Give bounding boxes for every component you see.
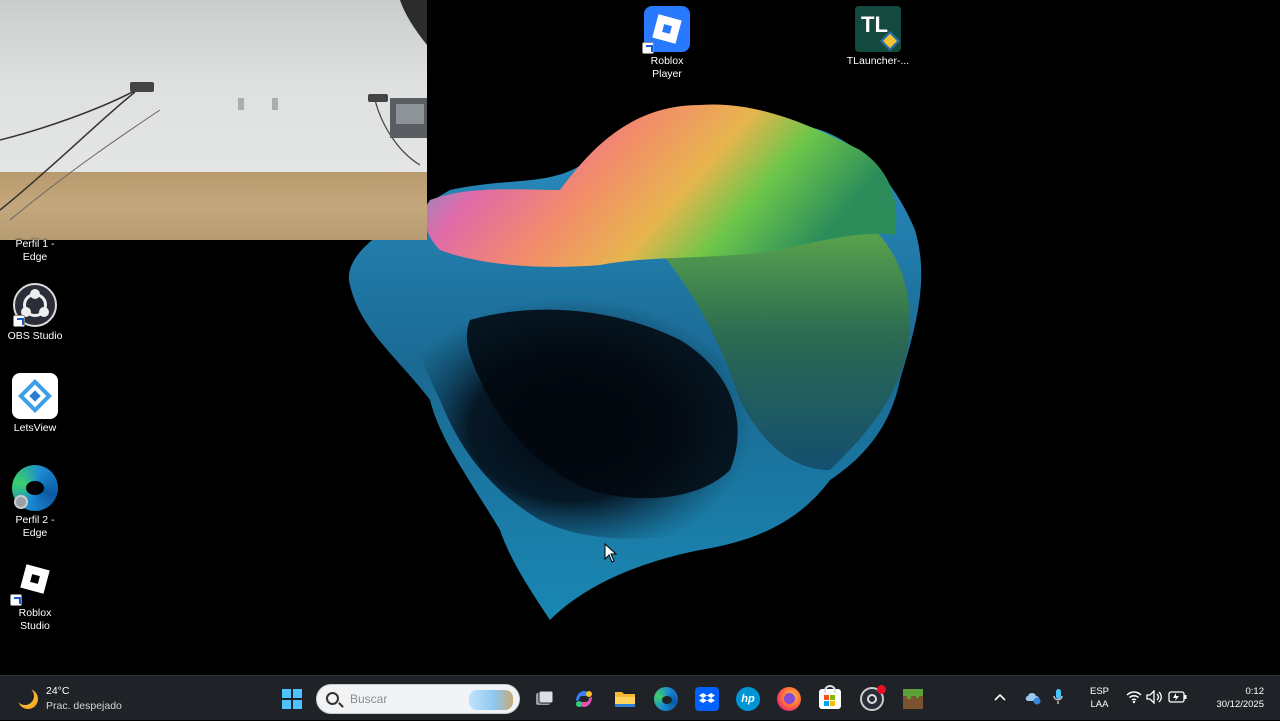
desktop-icon-label: LetsView (13, 422, 57, 434)
roblox-player-icon (642, 6, 690, 54)
desktop-icon-obs-studio[interactable]: OBS Studio (0, 283, 70, 343)
start-button[interactable] (276, 683, 308, 715)
copilot-icon (576, 691, 592, 707)
search-box[interactable]: Buscar (316, 684, 520, 714)
desktop-icon-perfil2-edge[interactable]: Perfil 2 - Edge (0, 465, 70, 540)
search-icon (326, 692, 339, 705)
task-view-button[interactable] (528, 683, 560, 715)
camera-overlay-window[interactable] (0, 0, 427, 240)
windows-start-icon (282, 689, 302, 709)
obs-icon (860, 685, 886, 711)
desktop-icon-label: Perfil 1 - Edge (15, 238, 55, 263)
roblox-studio-icon (10, 558, 58, 606)
edge-icon (654, 687, 678, 711)
clock-date: 30/12/2025 (1216, 699, 1264, 710)
clock-time: 0:12 (1245, 686, 1265, 697)
desktop-icon-label: Perfil 2 - Edge (15, 514, 55, 539)
microphone-icon[interactable] (1052, 688, 1064, 706)
desktop-icon-letsview[interactable]: LetsView (0, 373, 70, 435)
mouse-cursor-icon (604, 543, 618, 563)
battery-icon[interactable] (1168, 691, 1188, 703)
copilot-button[interactable] (568, 683, 600, 715)
weather-widget[interactable]: 24°C Prac. despejado (12, 682, 152, 716)
camera-scene (0, 0, 427, 221)
hp-icon: hp (736, 687, 760, 711)
desktop[interactable]: Roblox Player TL TLauncher-... Perfil 1 … (0, 0, 1280, 675)
lang-top: ESP (1090, 686, 1110, 697)
desktop-icon-label: TLauncher-... (846, 55, 910, 67)
desktop-icon-tlauncher[interactable]: TL TLauncher-... (843, 6, 913, 68)
edge-taskbar-button[interactable] (650, 683, 682, 715)
edge-icon (12, 465, 58, 511)
desktop-icon-roblox-studio[interactable]: Roblox Studio (0, 558, 70, 633)
firefox-button[interactable] (773, 683, 805, 715)
taskbar: 24°C Prac. despejado Buscar hp ESP LAA 0… (0, 675, 1280, 720)
weather-temp: 24°C (46, 685, 70, 697)
dropbox-button[interactable] (691, 683, 723, 715)
microsoft-store-icon (819, 685, 841, 709)
task-view-icon (536, 690, 554, 705)
wifi-icon[interactable] (1126, 690, 1142, 704)
desktop-icon-label: Roblox Player (650, 55, 684, 80)
desktop-icon-roblox-player[interactable]: Roblox Player (632, 6, 702, 81)
microsoft-store-button[interactable] (814, 683, 846, 715)
desktop-icon-label: Roblox Studio (18, 607, 52, 632)
lang-bottom: LAA (1090, 699, 1109, 710)
file-explorer-icon (615, 692, 635, 707)
onedrive-sync-icon[interactable] (1024, 689, 1042, 705)
moon-icon (16, 687, 34, 705)
hp-button[interactable]: hp (732, 683, 764, 715)
search-highlight-image (469, 690, 513, 710)
desktop-icon-label: OBS Studio (7, 330, 63, 342)
speaker-icon[interactable] (1146, 690, 1164, 704)
dropbox-icon (695, 687, 719, 711)
search-placeholder: Buscar (350, 692, 388, 706)
input-language-indicator[interactable]: ESP LAA (1090, 685, 1109, 711)
obs-icon (13, 283, 57, 327)
chevron-up-icon[interactable] (994, 692, 1006, 702)
system-tray: ESP LAA 0:12 30/12/2025 (990, 676, 1280, 721)
minecraft-icon (903, 689, 923, 709)
firefox-icon (777, 687, 801, 711)
minecraft-button[interactable] (897, 683, 929, 715)
desktop-icon-perfil1-edge[interactable]: Perfil 1 - Edge (0, 238, 70, 264)
file-explorer-button[interactable] (609, 683, 641, 715)
clock[interactable]: 0:12 30/12/2025 (1216, 685, 1264, 711)
letsview-icon (12, 373, 58, 419)
obs-taskbar-button[interactable] (856, 683, 888, 715)
weather-desc: Prac. despejado (46, 700, 122, 712)
tlauncher-icon: TL (855, 6, 901, 52)
